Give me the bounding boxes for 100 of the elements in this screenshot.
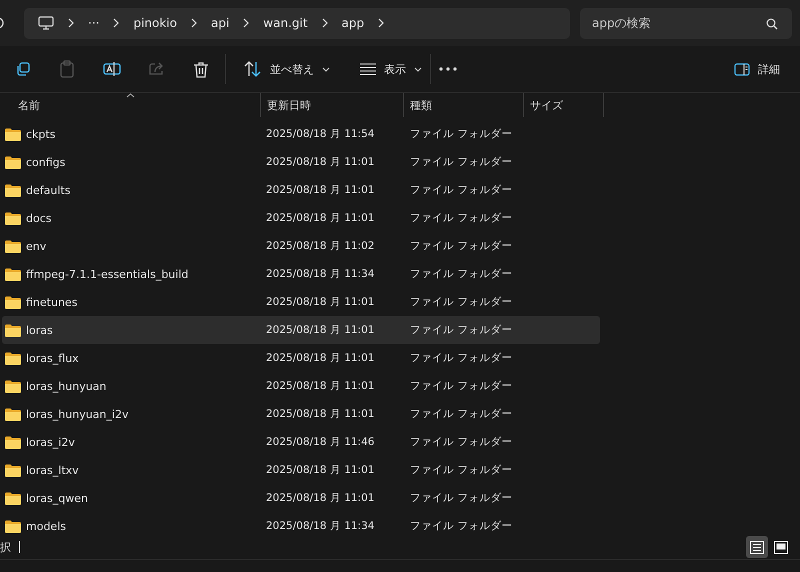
file-type: ファイル フォルダー (409, 295, 514, 309)
folder-icon (5, 436, 21, 448)
folder-icon (5, 296, 21, 308)
modified-date: 2025/08/18 月 11:01 (265, 155, 376, 169)
column-header[interactable]: 更新日時 (261, 93, 404, 117)
caret-icon (322, 66, 330, 72)
address-bar[interactable]: ··· pinokio api wan.git app (24, 8, 570, 38)
file-name: defaults (26, 184, 70, 196)
chevron-icon[interactable] (243, 18, 250, 28)
details-pane-icon (734, 62, 750, 76)
view-button[interactable]: 表示 (350, 58, 432, 80)
file-type: ファイル フォルダー (409, 407, 514, 421)
details-pane-button[interactable]: 詳細 (724, 58, 790, 80)
file-row[interactable]: loras_ltxv 2025/08/18 月 11:01 ファイル フォルダー (2, 456, 600, 484)
folder-icon (5, 324, 21, 336)
sort-button[interactable]: 並べ替え (234, 57, 340, 81)
file-type: ファイル フォルダー (409, 183, 514, 197)
file-name: env (26, 240, 46, 252)
search-field[interactable]: appの検索 (580, 8, 792, 38)
file-row[interactable]: defaults 2025/08/18 月 11:01 ファイル フォルダー (2, 176, 600, 204)
copy-icon[interactable] (15, 61, 31, 77)
file-row[interactable]: ffmpeg-7.1.1-essentials_build 2025/08/18 月 11:34 ファイル フォルダー (2, 260, 600, 288)
file-name: docs (26, 212, 52, 224)
chevron-icon[interactable] (322, 18, 328, 28)
file-row[interactable]: loras_i2v 2025/08/18 月 11:46 ファイル フォルダー (2, 428, 600, 456)
column-header[interactable]: 名前 (0, 93, 261, 117)
folder-icon (5, 464, 21, 476)
file-row[interactable]: docs 2025/08/18 月 11:01 ファイル フォルダー (2, 204, 600, 232)
more-breadcrumb[interactable]: ··· (88, 16, 100, 30)
list-icon (360, 63, 376, 75)
file-type: ファイル フォルダー (409, 435, 514, 449)
modified-date: 2025/08/18 月 11:01 (265, 463, 376, 477)
rename-icon[interactable] (103, 61, 121, 77)
file-type: ファイル フォルダー (409, 351, 514, 365)
file-type: ファイル フォルダー (409, 519, 514, 533)
file-row[interactable]: loras_hunyuan 2025/08/18 月 11:01 ファイル フォルダー (2, 372, 600, 400)
sort-icon (244, 61, 262, 77)
folder-icon (5, 352, 21, 364)
folder-icon (5, 156, 21, 168)
folder-icon (5, 184, 21, 196)
folder-icon (5, 492, 21, 504)
modified-date: 2025/08/18 月 11:01 (265, 379, 376, 393)
trash-icon[interactable] (193, 60, 209, 78)
file-row[interactable]: loras_hunyuan_i2v 2025/08/18 月 11:01 ファイル フォルダー (2, 400, 600, 428)
chevron-icon[interactable] (378, 18, 384, 28)
modified-date: 2025/08/18 月 11:01 (265, 295, 376, 309)
details-view-icon (750, 540, 764, 554)
breadcrumb[interactable]: wan.git (263, 16, 308, 30)
details-view-button[interactable] (746, 536, 768, 558)
modified-date: 2025/08/18 月 11:02 (265, 239, 376, 253)
file-name: loras_hunyuan (26, 380, 106, 392)
file-type: ファイル フォルダー (409, 379, 514, 393)
folder-icon (5, 212, 21, 224)
modified-date: 2025/08/18 月 11:01 (265, 407, 376, 421)
file-row[interactable]: finetunes 2025/08/18 月 11:01 ファイル フォルダー (2, 288, 600, 316)
file-type: ファイル フォルダー (409, 463, 514, 477)
caret-icon (414, 66, 422, 72)
chevron-icon[interactable] (68, 18, 74, 28)
file-type: ファイル フォルダー (409, 127, 514, 141)
file-type: ファイル フォルダー (409, 323, 514, 337)
modified-date: 2025/08/18 月 11:01 (265, 351, 376, 365)
modified-date: 2025/08/18 月 11:01 (265, 211, 376, 225)
file-row[interactable]: loras_flux 2025/08/18 月 11:01 ファイル フォルダー (2, 344, 600, 372)
folder-icon (5, 128, 21, 140)
modified-date: 2025/08/18 月 11:54 (265, 127, 376, 141)
computer-icon[interactable] (38, 16, 54, 30)
file-type: ファイル フォルダー (409, 155, 514, 169)
refresh-icon[interactable] (0, 16, 6, 30)
file-type: ファイル フォルダー (409, 211, 514, 225)
search-icon (766, 18, 778, 30)
folder-icon (5, 240, 21, 252)
more-icon[interactable] (439, 67, 457, 71)
chevron-icon[interactable] (113, 18, 120, 28)
file-name: ffmpeg-7.1.1-essentials_build (26, 268, 188, 280)
column-header[interactable]: 種類 (404, 93, 524, 117)
folder-icon (5, 380, 21, 392)
modified-date: 2025/08/18 月 11:01 (265, 183, 376, 197)
file-row[interactable]: configs 2025/08/18 月 11:01 ファイル フォルダー (2, 148, 600, 176)
breadcrumb[interactable]: pinokio (133, 16, 177, 30)
file-name: finetunes (26, 296, 78, 308)
file-name: loras_i2v (26, 436, 75, 448)
modified-date: 2025/08/18 月 11:34 (265, 519, 376, 533)
column-header[interactable]: サイズ (524, 93, 604, 117)
modified-date: 2025/08/18 月 11:01 (265, 491, 376, 505)
modified-date: 2025/08/18 月 11:01 (265, 323, 376, 337)
file-type: ファイル フォルダー (409, 267, 514, 281)
folder-icon (5, 268, 21, 280)
file-name: ckpts (26, 128, 56, 140)
file-row[interactable]: env 2025/08/18 月 11:02 ファイル フォルダー (2, 232, 600, 260)
file-row[interactable]: models 2025/08/18 月 11:34 ファイル フォルダー (2, 512, 600, 535)
file-type: ファイル フォルダー (409, 239, 514, 253)
file-row[interactable]: loras_qwen 2025/08/18 月 11:01 ファイル フォルダー (2, 484, 600, 512)
chevron-icon[interactable] (190, 18, 197, 28)
file-name: models (26, 520, 66, 532)
modified-date: 2025/08/18 月 11:46 (265, 435, 376, 449)
file-row[interactable]: loras 2025/08/18 月 11:01 ファイル フォルダー (2, 316, 600, 344)
file-name: loras_qwen (26, 492, 88, 504)
breadcrumb[interactable]: app (342, 16, 364, 30)
breadcrumb[interactable]: api (210, 16, 230, 30)
file-row[interactable]: ckpts 2025/08/18 月 11:54 ファイル フォルダー (2, 120, 600, 148)
